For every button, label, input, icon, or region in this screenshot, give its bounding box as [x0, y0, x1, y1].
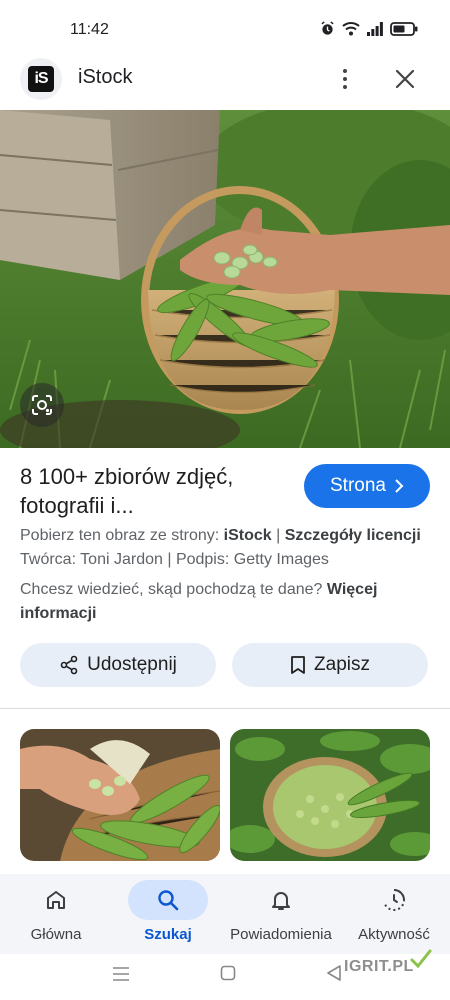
home-square-icon[interactable] [220, 965, 236, 981]
alarm-icon [320, 21, 335, 41]
nav-activity-label: Aktywność [358, 926, 430, 943]
source-line: Pobierz ten obraz ze strony: iStock | Sz… [20, 527, 421, 544]
close-icon [395, 69, 415, 89]
share-icon [60, 655, 78, 675]
signal-icon [367, 21, 383, 41]
back-icon[interactable] [326, 965, 342, 981]
status-time: 11:42 [70, 21, 109, 38]
chevron-right-icon [395, 479, 404, 493]
license-details-link[interactable]: Szczegóły licencji [285, 527, 421, 544]
istock-logo-icon: iS [28, 66, 54, 92]
search-icon [158, 890, 179, 911]
lens-button[interactable] [20, 383, 64, 427]
share-button[interactable]: Udostępnij [20, 643, 216, 687]
nav-notifications[interactable]: Powiadomienia [226, 874, 336, 954]
save-label: Zapisz [314, 654, 370, 675]
sieve-beans-thumbnail [230, 729, 430, 861]
bell-icon [272, 892, 290, 910]
bottom-navigation: Główna Szukaj Powiadomienia Aktywność [0, 874, 450, 954]
nav-search-label: Szukaj [144, 926, 192, 943]
source-name[interactable]: iStock [224, 527, 272, 544]
save-button[interactable]: Zapisz [232, 643, 428, 687]
activity-icon [383, 888, 406, 911]
wifi-icon [342, 21, 360, 41]
close-button[interactable] [388, 62, 422, 96]
nav-notifications-label: Powiadomienia [230, 926, 332, 943]
author-line: Twórca: Toni Jardon | Podpis: Getty Imag… [20, 551, 329, 568]
nav-activity[interactable]: Aktywność [352, 874, 436, 954]
nav-search[interactable]: Szukaj [128, 874, 208, 954]
google-lens-icon [32, 395, 52, 415]
main-image[interactable] [0, 110, 450, 448]
hands-beans-thumbnail [20, 729, 220, 861]
related-image[interactable] [230, 729, 430, 861]
nav-home[interactable]: Główna [16, 874, 96, 954]
divider [0, 708, 450, 709]
watermark-check-icon [410, 949, 432, 969]
status-bar: 11:42 [0, 0, 450, 58]
menu-icon[interactable] [112, 966, 130, 982]
site-name[interactable]: iStock [78, 66, 132, 89]
watermark: IGRIT.PL [344, 958, 414, 975]
visit-site-button[interactable]: Strona [304, 464, 430, 508]
bookmark-icon [291, 656, 305, 674]
nav-home-label: Główna [30, 926, 82, 943]
result-header: iS iStock [0, 58, 450, 110]
more-options-button[interactable] [330, 62, 360, 96]
visit-site-label: Strona [330, 475, 386, 496]
home-icon [47, 891, 65, 909]
result-title[interactable]: 8 100+ zbiorów zdjęć, fotografii i... [20, 462, 290, 520]
more-vert-icon [343, 69, 347, 73]
share-label: Udostępnij [87, 654, 177, 675]
info-line: Chcesz wiedzieć, skąd pochodzą te dane? … [20, 581, 378, 622]
related-image[interactable] [20, 729, 220, 861]
broad-beans-photo [0, 110, 450, 448]
status-icons [320, 21, 418, 41]
site-logo[interactable]: iS [20, 58, 62, 100]
battery-icon [390, 21, 418, 41]
